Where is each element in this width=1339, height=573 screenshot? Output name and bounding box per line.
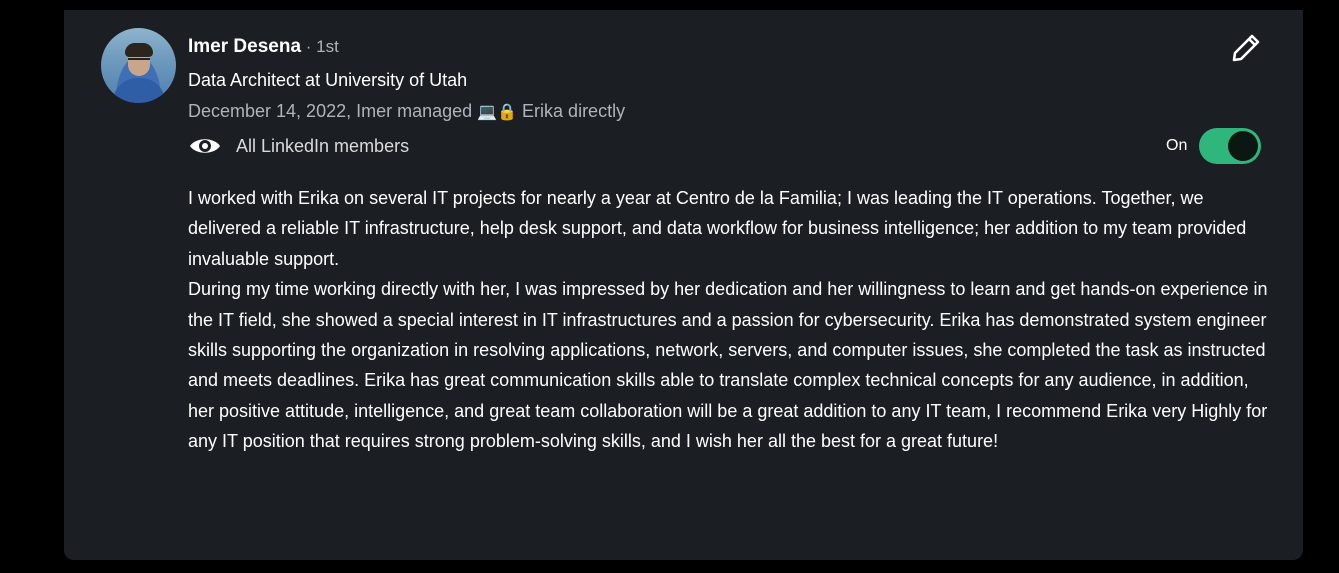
author-name-line: Imer Desena · 1st — [188, 36, 339, 58]
visibility-toggle-group: On — [1166, 128, 1262, 164]
recommendation-paragraph-1: I worked with Erika on several IT projec… — [188, 188, 1247, 269]
recommendation-paragraph-2: During my time working directly with her… — [188, 279, 1268, 452]
relationship-info: December 14, 2022, Imer managed 💻🔒 Erika… — [188, 101, 625, 122]
recommendation-text: I worked with Erika on several IT projec… — [188, 183, 1278, 457]
relationship-text: December 14, 2022, Imer managed — [188, 101, 473, 121]
author-headline: Data Architect at University of Utah — [188, 70, 468, 90]
visibility-setting: All LinkedIn members — [188, 135, 409, 157]
relationship-target: Erika directly — [522, 101, 626, 121]
avatar[interactable] — [101, 28, 176, 103]
eye-icon — [188, 135, 222, 157]
connection-degree: · 1st — [301, 37, 339, 56]
author-name[interactable]: Imer Desena — [188, 36, 301, 57]
visibility-toggle[interactable] — [1199, 128, 1262, 164]
visibility-label: All LinkedIn members — [236, 135, 410, 156]
relationship-emojis: 💻🔒 — [477, 104, 518, 121]
toggle-label: On — [1166, 137, 1188, 154]
toggle-knob — [1228, 131, 1259, 161]
pencil-icon[interactable] — [1230, 32, 1262, 64]
